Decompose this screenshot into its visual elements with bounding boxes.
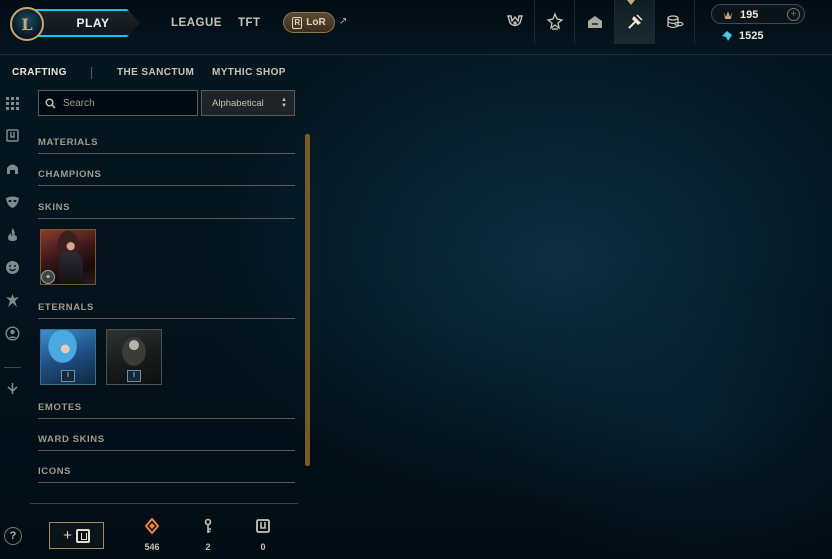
category-ward-skins[interactable]: WARD SKINS <box>38 434 295 451</box>
category-icons[interactable]: ICONS <box>38 466 295 483</box>
orange-essence-value: 546 <box>144 542 160 552</box>
eternal-tile[interactable]: I <box>40 329 96 385</box>
nav-icon-group <box>495 0 695 55</box>
eternal-level-badge: I <box>127 370 141 382</box>
eternal-tile[interactable]: I <box>106 329 162 385</box>
tab-mythic-shop[interactable]: MYTHIC SHOP <box>212 67 286 78</box>
other-loot-icon[interactable] <box>4 380 21 397</box>
sort-dropdown-value: Alphabetical <box>212 97 264 109</box>
wallet: 195 + 1525 <box>711 4 805 48</box>
category-eternals[interactable]: ETERNALS <box>38 302 295 319</box>
eternal-level-badge: I <box>61 370 75 382</box>
search-input[interactable] <box>61 96 191 110</box>
league-logo-icon[interactable]: L <box>10 7 44 41</box>
skin-mask-icon[interactable] <box>4 193 21 210</box>
sort-chevron-icon: ▲ ▼ <box>281 97 287 109</box>
add-chest-button[interactable]: + <box>49 522 104 549</box>
blue-essence-value: 195 <box>740 9 759 21</box>
search-icon <box>45 98 56 109</box>
tab-divider <box>91 67 92 79</box>
category-materials[interactable]: MATERIALS <box>38 137 295 154</box>
store-icon[interactable] <box>655 0 695 44</box>
external-link-icon: ↗ <box>339 16 348 27</box>
ranked-icon[interactable] <box>535 0 575 44</box>
profile-icon[interactable] <box>4 325 21 342</box>
chest-counter: 0 <box>248 518 278 552</box>
category-champions[interactable]: CHAMPIONS <box>38 169 295 186</box>
ward-skin-icon[interactable] <box>4 292 21 309</box>
skin-art <box>59 252 83 284</box>
grid-all-icon[interactable] <box>4 95 21 112</box>
search-field[interactable] <box>38 90 198 116</box>
riot-points-value: 1525 <box>739 30 764 42</box>
sort-dropdown[interactable]: Alphabetical ▲ ▼ <box>201 90 295 116</box>
skin-shard-tile[interactable]: ✦ <box>40 229 96 285</box>
tab-crafting[interactable]: CRAFTING <box>12 67 67 78</box>
list-scrollbar[interactable] <box>305 134 310 466</box>
emote-face-icon[interactable] <box>4 259 21 276</box>
nav-league-link[interactable]: LEAGUE <box>171 17 222 29</box>
loot-subtabs: CRAFTING THE SANCTUM MYTHIC SHOP <box>0 56 832 88</box>
orange-essence-icon <box>144 518 160 534</box>
top-navigation: PLAY L LEAGUE TFT R LoR ↗ 195 + 1525 <box>0 0 832 55</box>
chest-icon[interactable] <box>4 127 21 144</box>
key-counter: 2 <box>193 518 223 552</box>
key-count-value: 2 <box>205 542 211 552</box>
chest-icon <box>256 519 270 533</box>
rarity-badge-icon: ✦ <box>41 270 55 284</box>
chest-icon <box>75 528 90 543</box>
add-currency-button[interactable]: + <box>787 8 800 21</box>
rail-divider <box>4 367 21 368</box>
plus-icon: + <box>63 527 72 544</box>
tab-the-sanctum[interactable]: THE SANCTUM <box>117 67 194 78</box>
lor-button[interactable]: R LoR <box>283 12 335 33</box>
blue-essence-icon <box>724 11 732 19</box>
play-button-label: PLAY <box>76 16 110 30</box>
key-icon <box>204 518 212 533</box>
nav-tft-link[interactable]: TFT <box>238 17 261 29</box>
lor-logo-icon: R <box>292 16 303 29</box>
collection-icon[interactable] <box>575 0 615 44</box>
loot-icon[interactable] <box>615 0 655 44</box>
play-button[interactable]: PLAY <box>32 9 140 37</box>
help-button[interactable]: ? <box>4 527 22 545</box>
category-filter-rail <box>0 88 26 408</box>
loot-category-list: MATERIALS CHAMPIONS SKINS ✦ ETERNALS I I… <box>38 130 296 510</box>
riot-points-icon <box>722 31 732 41</box>
orange-essence-counter: 546 <box>137 518 167 552</box>
crafting-screen: PLAY L LEAGUE TFT R LoR ↗ 195 + 1525 CRA… <box>0 0 832 559</box>
category-skins[interactable]: SKINS <box>38 202 295 219</box>
lor-label: LoR <box>306 17 326 28</box>
bottom-divider <box>30 503 298 504</box>
champion-helmet-icon[interactable] <box>4 160 21 177</box>
eternals-flame-icon[interactable] <box>4 226 21 243</box>
chest-count-value: 0 <box>260 542 266 552</box>
blue-essence-pill[interactable]: 195 + <box>711 4 805 24</box>
category-emotes[interactable]: EMOTES <box>38 402 295 419</box>
trophy-icon[interactable] <box>495 0 535 44</box>
